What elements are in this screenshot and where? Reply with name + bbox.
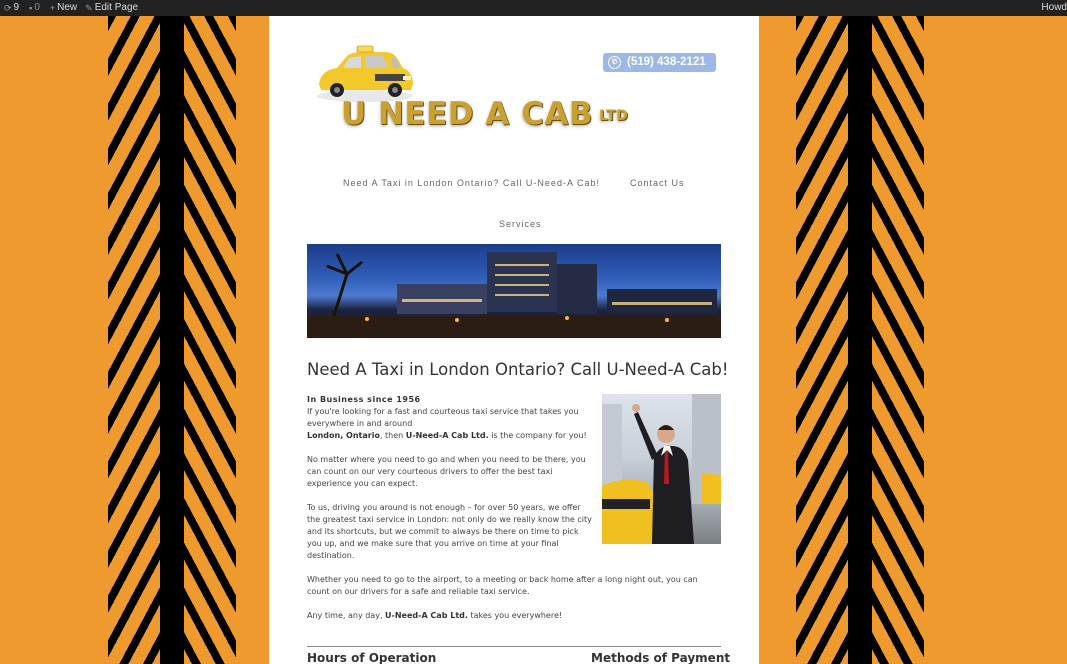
intro-text-c: is the company for you! <box>491 431 587 440</box>
plus-icon: + <box>49 3 56 13</box>
site-header: U NEED A CAB LTD ✆ (519) 438-2121 <box>269 16 759 156</box>
page-title: Need A Taxi in London Ontario? Call U-Ne… <box>307 360 729 379</box>
paragraph-driving: To us, driving you around is not enough … <box>307 503 592 560</box>
comment-icon: ▪ <box>29 3 33 13</box>
main-navigation: Need A Taxi in London Ontario? Call U-Ne… <box>269 156 759 252</box>
hours-heading: Hours of Operation <box>307 651 437 664</box>
anytime-text-b: takes you everywhere! <box>470 611 563 620</box>
site-logo[interactable]: U NEED A CAB LTD <box>341 96 628 132</box>
tire-track-right <box>796 16 924 664</box>
page-content: In Business since 1956 If you're looking… <box>307 394 721 634</box>
phone-number: (519) 438-2121 <box>627 56 706 68</box>
new-label: New <box>57 2 78 13</box>
logo-main-text: U NEED A CAB <box>341 96 593 132</box>
intro-text-b: , then <box>379 431 404 440</box>
anytime-text-a: Any time, any day, <box>307 611 383 620</box>
new-item[interactable]: + New <box>50 0 77 16</box>
paragraph-drivers: No matter where you need to go and when … <box>307 455 586 488</box>
tire-track-left <box>108 16 236 664</box>
intro-column: In Business since 1956 If you're looking… <box>307 394 595 562</box>
phone-badge[interactable]: ✆ (519) 438-2121 <box>603 53 716 72</box>
admin-bar: ⟳ 9 ▪ 0 + New ✎ Edit Page Howd <box>0 0 1067 16</box>
comments-count: 0 <box>34 2 40 13</box>
pencil-icon: ✎ <box>85 3 93 13</box>
businessman-hailing-taxi-image <box>602 394 721 544</box>
updates-item[interactable]: ⟳ 9 <box>4 0 19 16</box>
comments-item[interactable]: ▪ 0 <box>29 0 40 16</box>
wide-column: Whether you need to go to the airport, t… <box>307 574 721 622</box>
edit-page-item[interactable]: ✎ Edit Page <box>85 0 138 16</box>
payment-heading: Methods of Payment <box>591 651 731 664</box>
phone-icon: ✆ <box>608 56 621 69</box>
refresh-icon: ⟳ <box>4 3 12 13</box>
howdy-item[interactable]: Howd <box>1041 0 1067 16</box>
nav-item-home[interactable]: Need A Taxi in London Ontario? Call U-Ne… <box>343 178 600 188</box>
section-divider <box>307 646 721 647</box>
taxi-logo-icon[interactable] <box>315 44 415 102</box>
logo-ltd-text: LTD <box>598 107 629 124</box>
intro-company: U-Need-A Cab Ltd. <box>405 431 489 440</box>
in-business-since: In Business since 1956 <box>307 395 421 404</box>
updates-count: 9 <box>13 2 20 13</box>
intro-text-a: If you're looking for a fast and courteo… <box>307 407 579 428</box>
anytime-company: U-Need-A Cab Ltd. <box>385 611 468 620</box>
edit-page-label: Edit Page <box>94 2 139 13</box>
nav-item-services[interactable]: Services <box>499 219 542 229</box>
city-banner-image <box>307 244 721 338</box>
page-container: U NEED A CAB LTD ✆ (519) 438-2121 Need A … <box>269 16 759 664</box>
nav-item-contact[interactable]: Contact Us <box>630 178 685 188</box>
paragraph-airport: Whether you need to go to the airport, t… <box>307 575 698 596</box>
intro-city: London, Ontario <box>307 431 380 440</box>
